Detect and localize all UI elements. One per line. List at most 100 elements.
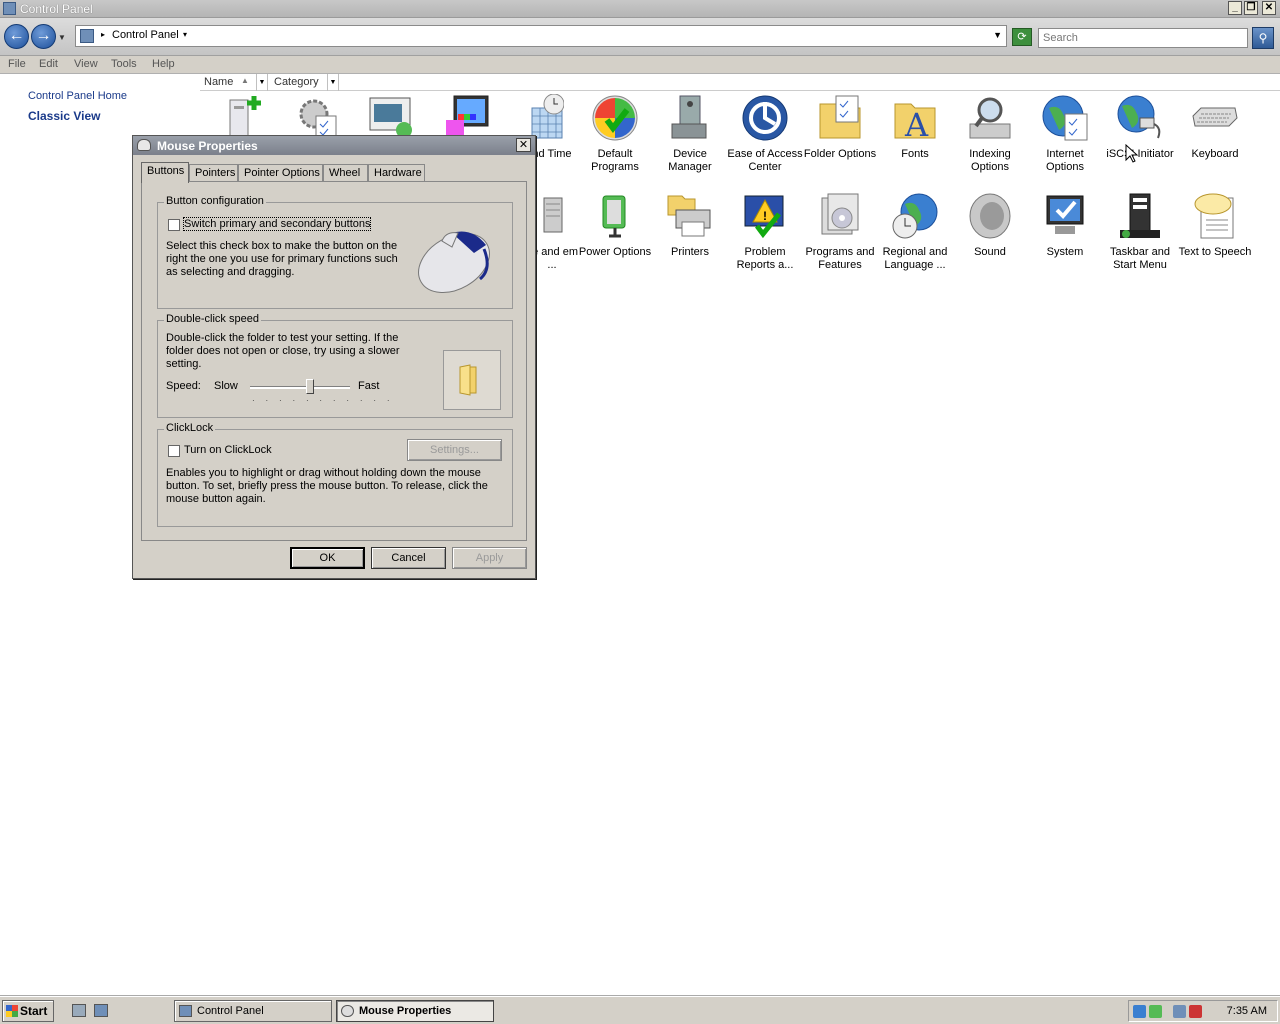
problem-reports-icon: ! [741, 192, 789, 240]
cp-item-label: Folder Options [803, 148, 877, 160]
cp-item-programs-and-features[interactable]: Programs and Features [802, 192, 878, 272]
cp-item-label: Regional and Language ... [882, 246, 948, 271]
chevron-down-icon[interactable]: ▾ [183, 30, 187, 39]
double-click-speed-slider[interactable] [250, 386, 350, 389]
cp-item-power-options[interactable]: Power Options [577, 192, 653, 259]
control-panel-icon [80, 29, 94, 43]
tab-pointer-options[interactable]: Pointer Options [238, 164, 323, 182]
clicklock-label[interactable]: Turn on ClickLock [184, 444, 272, 456]
taskbar-mouse-properties[interactable]: Mouse Properties [336, 1000, 494, 1022]
network-icon[interactable] [1173, 1005, 1186, 1018]
test-folder-area[interactable] [443, 350, 501, 410]
switch-buttons-checkbox[interactable] [168, 219, 180, 231]
column-category-label: Category [274, 76, 319, 88]
column-header-name[interactable]: Name ▲ [200, 74, 257, 91]
cp-item-label: Ease of Access Center [727, 148, 803, 173]
clock[interactable]: 7:35 AM [1227, 1005, 1267, 1017]
cp-item-problem-reports[interactable]: ! Problem Reports a... [727, 192, 803, 272]
cp-item-label: Fonts [901, 148, 929, 160]
cp-item-taskbar-and-start-menu[interactable]: Taskbar and Start Menu [1102, 192, 1178, 272]
tab-hardware[interactable]: Hardware [368, 164, 425, 182]
menu-view[interactable]: View [74, 58, 98, 70]
tab-buttons[interactable]: Buttons [141, 162, 189, 183]
close-button[interactable]: ✕ [1262, 1, 1276, 15]
cp-item-ease-of-access-center[interactable]: Ease of Access Center [727, 94, 803, 174]
cp-item-sound[interactable]: Sound [952, 192, 1028, 259]
restore-button[interactable]: ❐ [1244, 1, 1258, 15]
cp-item-default-programs[interactable]: Default Programs [577, 94, 653, 174]
power-options-icon [591, 192, 639, 240]
cp-item-text-to-speech[interactable]: Text to Speech [1177, 192, 1253, 259]
address-field[interactable]: ▸ Control Panel ▾ ▼ [75, 25, 1007, 47]
cp-item-fonts[interactable]: A Fonts [877, 94, 953, 161]
dialog-titlebar[interactable]: Mouse Properties ✕ [133, 136, 535, 155]
cp-item-device-manager[interactable]: Device Manager [652, 94, 728, 174]
default-programs-icon [591, 94, 639, 142]
breadcrumb-control-panel[interactable]: Control Panel [112, 29, 179, 41]
button-configuration-group: Button configuration Switch primary and … [157, 195, 513, 309]
mouse-icon [137, 139, 151, 151]
column-header-category[interactable]: Category [270, 74, 328, 91]
cp-item-printers[interactable]: Printers [652, 192, 728, 259]
internet-options-icon [1041, 94, 1089, 142]
menu-tools[interactable]: Tools [111, 58, 137, 70]
search-button[interactable]: ⚲ [1252, 27, 1274, 49]
button-config-description: Select this check box to make the button… [166, 240, 398, 278]
apply-button[interactable]: Apply [452, 547, 527, 569]
cp-item-iscsi-initiator[interactable]: iSCSI Initiator [1102, 94, 1178, 161]
volume-muted-icon[interactable] [1189, 1005, 1202, 1018]
clicklock-legend: ClickLock [164, 422, 216, 434]
address-bar: ← → ▼ ▸ Control Panel ▾ ▼ ⟳ Search ⚲ [0, 18, 1280, 56]
regional-language-icon [891, 192, 939, 240]
folder-options-icon [816, 94, 864, 142]
switch-buttons-label[interactable]: Switch primary and secondary buttons [182, 217, 372, 231]
indexing-options-icon [966, 94, 1014, 142]
search-input[interactable]: Search [1038, 28, 1248, 48]
speaker-icon [966, 192, 1014, 240]
slider-ticks: · · · · · · · · · · · [252, 396, 394, 405]
task-label: Mouse Properties [359, 1005, 452, 1017]
network-globe-icon[interactable] [1133, 1005, 1146, 1018]
show-desktop-icon[interactable] [72, 1004, 86, 1017]
ok-button[interactable]: OK [290, 547, 365, 569]
mouse-properties-dialog: Mouse Properties ✕ Buttons Pointers Poin… [132, 135, 536, 579]
menu-file[interactable]: File [8, 58, 26, 70]
cp-item-system[interactable]: System [1027, 192, 1103, 259]
start-button[interactable]: Start [2, 1000, 54, 1022]
taskbar-control-panel[interactable]: Control Panel [174, 1000, 332, 1022]
chevron-right-icon[interactable]: ▸ [101, 30, 105, 39]
clicklock-checkbox[interactable] [168, 445, 180, 457]
fonts-icon: A [891, 94, 939, 144]
cancel-button[interactable]: Cancel [371, 547, 446, 569]
menu-help[interactable]: Help [152, 58, 175, 70]
switch-windows-icon[interactable] [94, 1004, 108, 1017]
cp-item-internet-options[interactable]: Internet Options [1027, 94, 1103, 174]
security-icon[interactable] [1149, 1005, 1162, 1018]
name-filter-dropdown[interactable]: ▼ [257, 74, 268, 91]
control-panel-icon [3, 2, 16, 15]
cp-item-label: Internet Options [1046, 148, 1084, 173]
column-headers: Name ▲ ▼ Category ▼ [200, 74, 1280, 91]
cp-item-label: Device Manager [668, 148, 712, 173]
cp-item-regional-and-language[interactable]: Regional and Language ... [877, 192, 953, 272]
control-panel-home-link[interactable]: Control Panel Home [28, 90, 127, 102]
system-tray: 7:35 AM [1128, 1000, 1278, 1022]
dialog-close-button[interactable]: ✕ [516, 138, 531, 152]
category-filter-dropdown[interactable]: ▼ [328, 74, 339, 91]
refresh-button[interactable]: ⟳ [1012, 28, 1032, 46]
classic-view-link[interactable]: Classic View [28, 109, 101, 123]
cp-item-indexing-options[interactable]: Indexing Options [952, 94, 1028, 174]
back-button[interactable]: ← [4, 24, 29, 49]
tab-wheel[interactable]: Wheel [323, 164, 368, 182]
cp-item-keyboard[interactable]: Keyboard [1177, 94, 1253, 161]
address-dropdown-icon[interactable]: ▼ [993, 30, 1002, 40]
ease-of-access-icon [741, 94, 789, 142]
cp-item-folder-options[interactable]: Folder Options [802, 94, 878, 161]
forward-button[interactable]: → [31, 24, 56, 49]
tab-pointers[interactable]: Pointers [189, 164, 238, 182]
menu-edit[interactable]: Edit [39, 58, 58, 70]
minimize-button[interactable]: _ [1228, 1, 1242, 15]
recent-pages-dropdown[interactable]: ▼ [58, 33, 66, 42]
slider-thumb[interactable] [306, 379, 314, 394]
clicklock-settings-button[interactable]: Settings... [407, 439, 502, 461]
